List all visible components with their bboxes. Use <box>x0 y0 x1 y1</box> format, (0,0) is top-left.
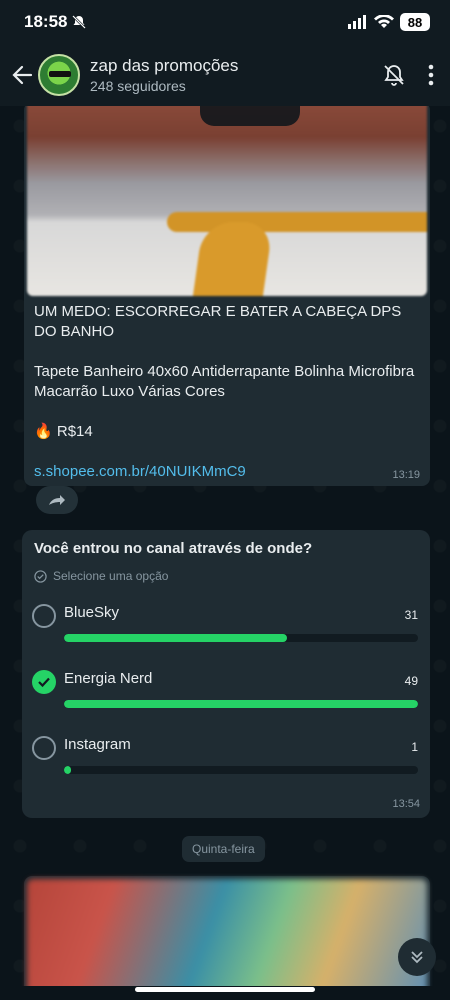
bell-off-icon <box>72 15 87 29</box>
more-options-icon[interactable] <box>428 64 434 86</box>
poll-card: Você entrou no canal através de onde? Se… <box>22 530 430 818</box>
mute-bell-icon[interactable] <box>382 63 406 87</box>
poll-hint: Selecione uma opção <box>34 569 418 583</box>
next-message-image[interactable] <box>27 879 427 986</box>
poll-option-bar <box>64 766 418 774</box>
radio-button-checked[interactable] <box>32 670 56 694</box>
channel-title-block[interactable]: zap das promoções 248 seguidores <box>90 56 238 94</box>
message-headline: UM MEDO: ESCORREGAR E BATER A CABEÇA DPS… <box>34 303 402 340</box>
poll-option-energia-nerd[interactable]: Energia Nerd 49 <box>32 670 420 720</box>
check-circle-icon <box>34 569 47 583</box>
message-price: R$14 <box>56 423 93 440</box>
poll-option-count: 31 <box>404 608 418 622</box>
forward-button[interactable] <box>36 486 78 514</box>
message-time: 13:19 <box>392 469 420 481</box>
channel-header: zap das promoções 248 seguidores <box>0 44 450 106</box>
poll-option-fill <box>64 634 288 642</box>
date-divider: Quinta-feira <box>182 836 265 862</box>
product-image[interactable] <box>27 106 427 296</box>
promo-message[interactable]: UM MEDO: ESCORREGAR E BATER A CABEÇA DPS… <box>24 106 430 486</box>
signal-icon <box>348 15 366 29</box>
arrow-left-icon <box>12 65 33 85</box>
poll-option-label: BlueSky <box>64 604 120 621</box>
forward-icon <box>49 495 65 505</box>
poll-hint-text: Selecione uma opção <box>53 569 169 583</box>
radio-button[interactable] <box>32 604 56 628</box>
poll-option-label: Energia Nerd <box>64 670 153 687</box>
status-time: 18:58 <box>24 12 68 31</box>
back-button[interactable] <box>10 63 34 87</box>
status-bar: 18:58 88 <box>0 0 450 44</box>
poll-option-bar <box>64 634 418 642</box>
poll-option-bar <box>64 700 418 708</box>
message-price-line: 🔥 R$14 <box>34 422 420 442</box>
home-indicator[interactable] <box>135 987 315 992</box>
battery-indicator: 88 <box>400 13 430 31</box>
poll-option-fill <box>64 700 418 708</box>
poll-option-count: 49 <box>404 674 418 688</box>
scroll-to-bottom-button[interactable] <box>398 938 436 976</box>
poll-time: 13:54 <box>392 798 420 810</box>
fire-emoji: 🔥 <box>34 423 53 440</box>
poll-option-fill <box>64 766 72 774</box>
poll-option-bluesky[interactable]: BlueSky 31 <box>32 604 420 654</box>
poll-option-label: Instagram <box>64 736 131 753</box>
poll-option-count: 1 <box>411 740 418 754</box>
wifi-icon <box>374 15 394 28</box>
channel-name: zap das promoções <box>90 56 239 75</box>
channel-avatar[interactable] <box>38 54 80 96</box>
followers-count: 248 seguidores <box>90 78 186 94</box>
radio-button[interactable] <box>32 736 56 760</box>
double-chevron-down-icon <box>411 951 423 964</box>
chat-area[interactable]: UM MEDO: ESCORREGAR E BATER A CABEÇA DPS… <box>0 106 450 986</box>
message-product: Tapete Banheiro 40x60 Antiderrapante Bol… <box>34 363 415 400</box>
product-link[interactable]: s.shopee.com.br/40NUIKMmC9 <box>34 462 420 482</box>
checkmark-icon <box>38 677 50 688</box>
media-download-pill[interactable] <box>200 106 300 126</box>
next-message[interactable] <box>24 876 430 986</box>
poll-option-instagram[interactable]: Instagram 1 <box>32 736 420 786</box>
poll-question: Você entrou no canal através de onde? <box>34 540 313 557</box>
